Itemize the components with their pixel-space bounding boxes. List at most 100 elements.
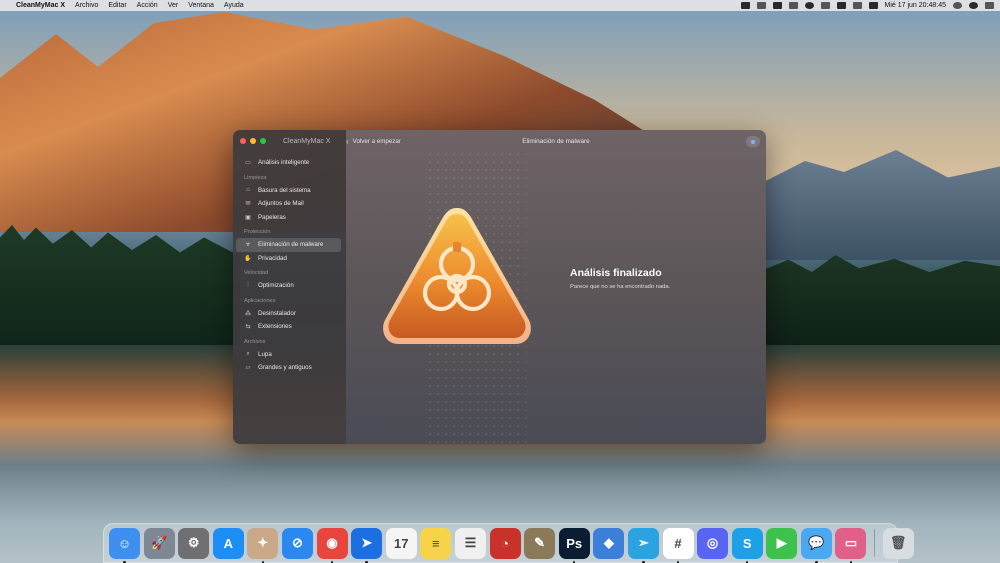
time-machine-icon[interactable]: [804, 2, 814, 9]
notes-icon[interactable]: ≡: [420, 527, 452, 559]
menu-ver[interactable]: Ver: [168, 2, 179, 9]
close-button[interactable]: [240, 138, 246, 144]
folder-icon: ▱: [245, 365, 251, 372]
user-icon[interactable]: [969, 2, 978, 9]
menu-bar-extras: Mié 17 jun 20:48:45: [740, 2, 994, 9]
apps-icon: ⁂: [245, 310, 251, 317]
menu-ventana[interactable]: Ventana: [188, 2, 214, 9]
sidebar-item-label: Adjuntos de Mail: [258, 200, 304, 208]
slack-icon[interactable]: #: [662, 527, 694, 563]
dock: ☺ 🚀 ⚙ A ✦ ⊘ ◉ ➤ 17 ≡ ☰ ◔ ✎ Ps ◆ ➣ # ◎ S ▶ 💬 ▭ 🗑: [103, 523, 914, 563]
wifi-icon[interactable]: [836, 2, 846, 9]
sidebar-item-label: Papeleras: [258, 213, 286, 221]
display-icon[interactable]: [772, 2, 782, 9]
dock-glyph: ▭: [844, 535, 858, 550]
dock-glyph: ➤: [361, 535, 373, 550]
sidebar-item-label: Eliminación de malware: [258, 241, 324, 249]
envelope-icon: ✉: [245, 201, 251, 208]
sidebar-group-label: Archivos: [244, 338, 266, 345]
dock-glyph: ≡: [432, 535, 440, 551]
sidebar-item-uninstaller[interactable]: ⁂ Desinstalador: [236, 307, 341, 321]
sidebar-item-smart-scan[interactable]: ▭ Análisis inteligente: [236, 156, 341, 170]
app-store-icon[interactable]: A: [212, 527, 244, 559]
cleanmymac-menu-icon[interactable]: ▭: [835, 527, 867, 563]
spotlight-icon[interactable]: [953, 2, 962, 9]
sidebar-item-privacy[interactable]: ✋ Privacidad: [236, 252, 341, 266]
calendar-icon[interactable]: 17: [385, 527, 417, 559]
sidebar-item-malware-removal[interactable]: ☣ Eliminación de malware: [236, 238, 341, 252]
dock-glyph: ◆: [603, 535, 614, 550]
window-controls: [240, 138, 266, 144]
dock-glyph: ⚙: [187, 535, 200, 550]
cleanmymac-icon[interactable]: ✦: [247, 527, 279, 563]
hand-icon: ✋: [244, 255, 252, 262]
gimp-icon[interactable]: ✎: [524, 527, 556, 559]
biohazard-icon: ☣: [245, 242, 251, 249]
screen-icon[interactable]: [756, 2, 766, 9]
xcode-helper-icon[interactable]: ◆: [593, 527, 625, 559]
sidebar-item-label: Extensiones: [258, 323, 292, 331]
main-panel: ‹ Volver a empezar Eliminación de malwar…: [346, 130, 766, 444]
menu-app-name[interactable]: CleanMyMac X: [16, 2, 65, 9]
battery-icon[interactable]: [868, 2, 878, 9]
safari-icon[interactable]: ⊘: [281, 527, 313, 559]
menu-ayuda[interactable]: Ayuda: [224, 2, 244, 9]
dock-glyph: ☰: [464, 535, 477, 550]
sidebar-item-extensions[interactable]: ⇆ Extensiones: [236, 320, 341, 334]
dock-glyph: ☺: [117, 535, 132, 551]
trash-can-icon: ⌂: [246, 187, 250, 194]
dock-glyph: 17: [394, 535, 409, 551]
dock-glyph: Ps: [566, 535, 583, 551]
sidebar-item-label: Desinstalador: [258, 309, 296, 317]
dock-glyph: ◔: [501, 535, 509, 551]
sidebar-item-large-old-files[interactable]: ▱ Grandes y antiguos: [236, 361, 341, 375]
dock-glyph: ⊘: [292, 535, 303, 550]
minimize-button[interactable]: [250, 138, 256, 144]
sidebar: CleanMyMac X ▭ Análisis inteligente Limp…: [233, 130, 346, 444]
disk-diag-icon[interactable]: ◔: [489, 527, 521, 559]
status-app-icon[interactable]: [740, 2, 750, 9]
volume-icon[interactable]: [852, 2, 862, 9]
sidebar-item-system-junk[interactable]: ⌂ Basura del sistema: [236, 184, 341, 198]
skype-icon[interactable]: S: [731, 527, 763, 563]
assistant-button[interactable]: [746, 136, 760, 147]
chrome-icon[interactable]: ◉: [316, 527, 348, 563]
spark-icon[interactable]: ➤: [351, 527, 383, 563]
sidebar-item-trash-bins[interactable]: ▣ Papeleras: [236, 211, 341, 225]
menu-accion[interactable]: Acción: [137, 2, 158, 9]
sidebar-item-space-lens[interactable]: ⌕ Lupa: [236, 348, 341, 362]
menu-clock[interactable]: Mié 17 jun 20:48:45: [885, 2, 947, 9]
reminders-icon[interactable]: ☰: [454, 527, 486, 559]
result-subtitle: Parece que no se ha encontrado nada.: [570, 284, 671, 290]
sidebar-group-label: Protección: [244, 229, 271, 235]
telegram-icon[interactable]: ➣: [627, 527, 659, 563]
cast-icon[interactable]: [788, 2, 798, 9]
sidebar-item-optimization[interactable]: ⫶ Optimización: [236, 279, 341, 293]
discord-icon[interactable]: ◎: [697, 527, 729, 559]
photoshop-icon[interactable]: Ps: [558, 527, 590, 563]
dock-glyph: ◎: [706, 535, 719, 550]
messages-icon[interactable]: 💬: [800, 527, 832, 563]
bluetooth-icon[interactable]: [820, 2, 830, 9]
puzzle-icon: ⇆: [245, 324, 251, 331]
dock-glyph: 🗑: [889, 535, 907, 550]
zoom-button[interactable]: [260, 138, 266, 144]
control-center-icon[interactable]: [985, 2, 994, 9]
desktop-forest-left: [0, 225, 240, 350]
dock-glyph: #: [674, 535, 682, 551]
facetime-icon[interactable]: ▶: [766, 527, 798, 559]
menu-archivo[interactable]: Archivo: [75, 2, 98, 9]
biohazard-warning-icon: [383, 208, 531, 344]
sidebar-nav: ▭ Análisis inteligente Limpieza ⌂ Basura…: [233, 156, 346, 375]
system-preferences-icon[interactable]: ⚙: [178, 527, 210, 559]
sidebar-item-label: Grandes y antiguos: [258, 364, 312, 372]
magnifier-icon: ⌕: [246, 350, 250, 357]
dock-glyph: ✎: [534, 535, 546, 550]
menu-bar: CleanMyMac X Archivo Editar Acción Ver V…: [0, 0, 1000, 11]
trash-icon[interactable]: 🗑: [882, 527, 914, 559]
menu-editar[interactable]: Editar: [108, 2, 126, 9]
sidebar-item-mail-attachments[interactable]: ✉ Adjuntos de Mail: [236, 197, 341, 211]
finder-icon[interactable]: ☺: [109, 527, 140, 563]
launchpad-icon[interactable]: 🚀: [143, 527, 175, 559]
sliders-icon: ⫶: [247, 282, 249, 289]
